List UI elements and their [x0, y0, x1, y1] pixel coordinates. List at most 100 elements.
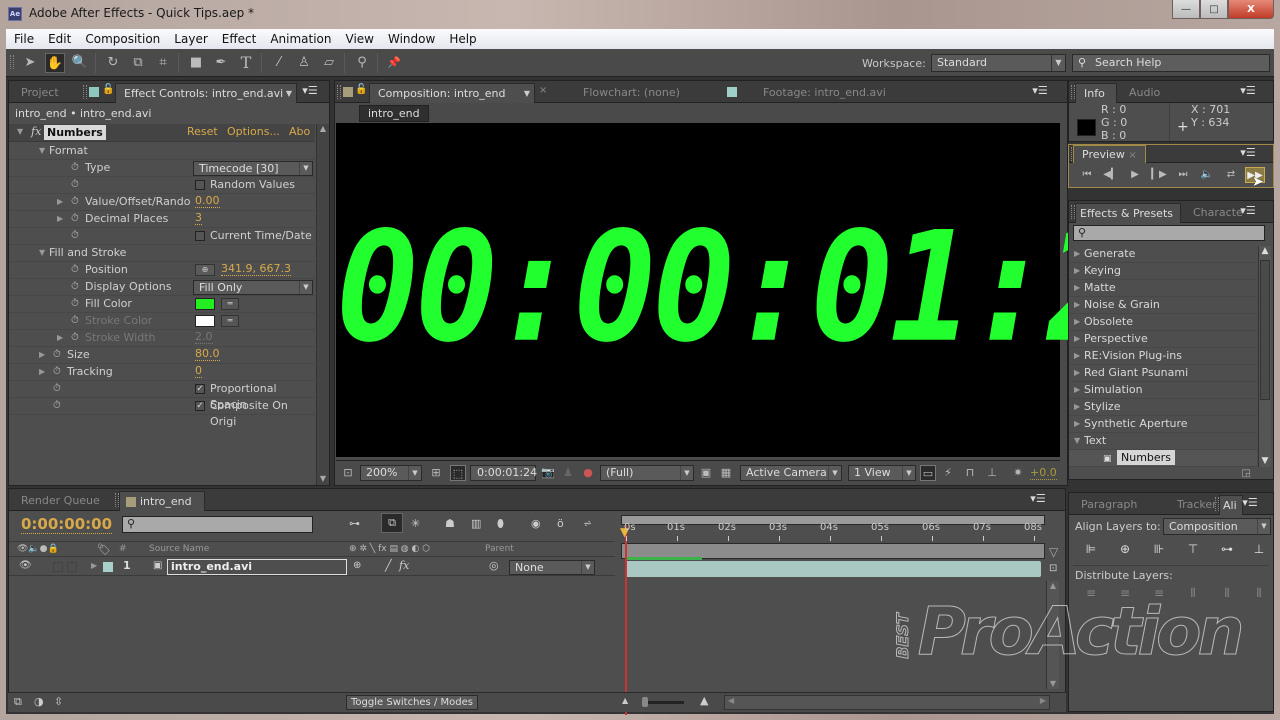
rotation-tool-icon[interactable]: ↻: [103, 53, 123, 73]
shy-layers-icon[interactable]: ☗: [445, 517, 455, 530]
always-preview-icon[interactable]: ⊡: [340, 465, 356, 481]
timeline-zoom-thumb[interactable]: [642, 697, 648, 707]
menu-layer[interactable]: Layer: [174, 32, 207, 46]
about-link[interactable]: Abo: [289, 125, 317, 138]
region-of-interest-icon[interactable]: ▣: [698, 465, 714, 481]
effects-category-item[interactable]: ▶ Synthetic Aperture: [1069, 416, 1257, 433]
auto-keyframe-icon[interactable]: ö: [557, 517, 564, 530]
panel-grip[interactable]: [83, 85, 87, 99]
fast-preview-icon[interactable]: ⚡: [940, 465, 956, 481]
reset-link[interactable]: Reset: [187, 125, 218, 138]
panel-menu-icon[interactable]: ▾☰: [1239, 204, 1257, 218]
current-time-display[interactable]: 0:00:00:00: [21, 515, 113, 534]
effects-preset-item[interactable]: ▣ Numbers: [1069, 450, 1257, 467]
scroll-down-icon[interactable]: ▼: [317, 474, 329, 483]
expand-triangle-icon[interactable]: ▶: [1074, 246, 1080, 262]
chevron-down-icon[interactable]: ▼: [286, 84, 292, 103]
tab-effects-presets[interactable]: Effects & Presets ×: [1075, 203, 1181, 239]
eraser-tool-icon[interactable]: ▱: [319, 53, 339, 73]
scroll-thumb[interactable]: [1260, 260, 1270, 400]
expand-triangle-icon[interactable]: ▶: [39, 347, 45, 363]
composition-viewer[interactable]: 00:00:01:27: [336, 123, 1210, 457]
property-checkbox[interactable]: ✓: [195, 401, 205, 411]
effects-search-input[interactable]: ⚲: [1073, 225, 1265, 241]
panel-menu-icon[interactable]: ▾☰: [1031, 84, 1049, 98]
eyedropper-icon[interactable]: ═: [221, 315, 239, 327]
type-tool-icon[interactable]: T: [236, 53, 256, 73]
layer-search-input[interactable]: ⚲: [122, 516, 313, 533]
audio-button[interactable]: 🔈: [1197, 167, 1217, 183]
menu-effect[interactable]: Effect: [222, 32, 257, 46]
scroll-up-icon[interactable]: ▲: [1259, 246, 1271, 256]
align-top-icon[interactable]: ⊤: [1184, 542, 1202, 560]
stopwatch-icon[interactable]: ⏱: [53, 381, 61, 397]
camera-select[interactable]: Active Camera ▼: [740, 465, 842, 481]
expand-triangle-icon[interactable]: ▶: [1074, 365, 1080, 381]
effect-controls-scrollbar[interactable]: ▲ ▼: [316, 124, 329, 485]
distribute-right-icon[interactable]: ⫴: [1250, 586, 1268, 604]
collapse-triangle-icon[interactable]: ▼: [1074, 433, 1080, 449]
expand-triangle-icon[interactable]: ▶: [57, 330, 63, 346]
resolution-select[interactable]: (Full) ▼: [600, 465, 694, 481]
tab-render-queue[interactable]: Render Queue: [13, 491, 108, 511]
stopwatch-icon[interactable]: ⏱: [71, 313, 79, 329]
stopwatch-icon[interactable]: ⏱: [71, 228, 79, 244]
last-frame-button[interactable]: ⏭: [1173, 167, 1193, 183]
layer-row[interactable]: 👁 ▶ 1 ▣ intro_end.avi ⊕ ╱ fx ◎ None ▼: [9, 559, 615, 576]
align-left-icon[interactable]: ⊫: [1082, 542, 1100, 560]
tab-timeline-comp[interactable]: intro_end ×: [119, 491, 205, 527]
stopwatch-icon[interactable]: ⏱: [71, 262, 79, 278]
minimize-button[interactable]: —: [1172, 0, 1200, 19]
rectangle-tool-icon[interactable]: ■: [186, 53, 206, 73]
effects-category-item[interactable]: ▶ Noise & Grain: [1069, 297, 1257, 314]
collapse-triangle-icon[interactable]: ▼: [39, 143, 45, 159]
puppet-pin-tool-icon[interactable]: 📌: [384, 53, 404, 73]
frame-blending-icon[interactable]: ▥: [471, 517, 481, 530]
video-visibility-icon[interactable]: 👁: [19, 560, 32, 571]
property-dropdown[interactable]: Timecode [30] ▼: [193, 161, 313, 176]
brainstorm-icon[interactable]: ◉: [531, 517, 541, 530]
position-target-icon[interactable]: ⊕: [195, 264, 215, 276]
play-button[interactable]: ▶: [1125, 167, 1145, 183]
effect-name[interactable]: Numbers: [44, 125, 106, 140]
pen-tool-icon[interactable]: ✒: [211, 53, 231, 73]
stopwatch-icon[interactable]: ⏱: [71, 194, 79, 210]
effects-category-item[interactable]: ▶ Obsolete: [1069, 314, 1257, 331]
graph-editor-icon[interactable]: ⩫: [583, 517, 592, 530]
clone-stamp-tool-icon[interactable]: ♙: [294, 53, 314, 73]
tab-flowchart[interactable]: Flowchart: (none): [575, 83, 688, 103]
pickwhip-icon[interactable]: ◎: [489, 559, 499, 572]
layer-duration-bar[interactable]: [625, 561, 1041, 577]
stopwatch-icon[interactable]: ⏱: [71, 330, 79, 346]
mask-visibility-icon[interactable]: ⬚: [450, 465, 466, 481]
loop-button[interactable]: ⇄: [1221, 167, 1241, 183]
expand-triangle-icon[interactable]: ▶: [1074, 331, 1080, 347]
pan-behind-tool-icon[interactable]: ⌗: [153, 53, 173, 73]
flowchart-icon[interactable]: ⊥: [984, 465, 1000, 481]
snapshot-icon[interactable]: 📷: [540, 465, 556, 481]
property-value[interactable]: 341.9, 667.3: [221, 262, 291, 276]
menu-window[interactable]: Window: [388, 32, 435, 46]
selection-tool-icon[interactable]: ➤: [20, 53, 40, 73]
shy-switch-icon[interactable]: ⊕: [353, 560, 361, 571]
timeline-icon[interactable]: ⊓: [962, 465, 978, 481]
roto-brush-tool-icon[interactable]: ⚲: [352, 53, 372, 73]
toggle-switches-modes-button[interactable]: Toggle Switches / Modes: [346, 695, 478, 710]
panel-menu-icon[interactable]: ▾☰: [1029, 492, 1047, 506]
effects-category-item[interactable]: ▶ Simulation: [1069, 382, 1257, 399]
source-name-header[interactable]: Source Name: [149, 544, 209, 554]
hand-tool-icon[interactable]: ✋: [45, 53, 65, 73]
close-button[interactable]: X: [1228, 0, 1274, 19]
live-update-icon[interactable]: ⧉: [381, 513, 403, 533]
tab-align[interactable]: Ali: [1219, 495, 1243, 515]
effects-category-item[interactable]: ▶ Stylize: [1069, 399, 1257, 416]
align-horizontal-center-icon[interactable]: ⊕: [1116, 542, 1134, 560]
workspace-select[interactable]: Standard ▼: [931, 54, 1066, 72]
next-frame-button[interactable]: ▎▶: [1149, 167, 1169, 183]
grid-guide-icon[interactable]: ⊞: [428, 465, 444, 481]
expand-triangle-icon[interactable]: ▶: [57, 194, 63, 210]
expand-triangle-icon[interactable]: ▶: [57, 211, 63, 227]
panel-grip[interactable]: [337, 85, 341, 99]
property-value[interactable]: 80.0: [195, 347, 220, 361]
align-bottom-icon[interactable]: ⊥: [1250, 542, 1268, 560]
